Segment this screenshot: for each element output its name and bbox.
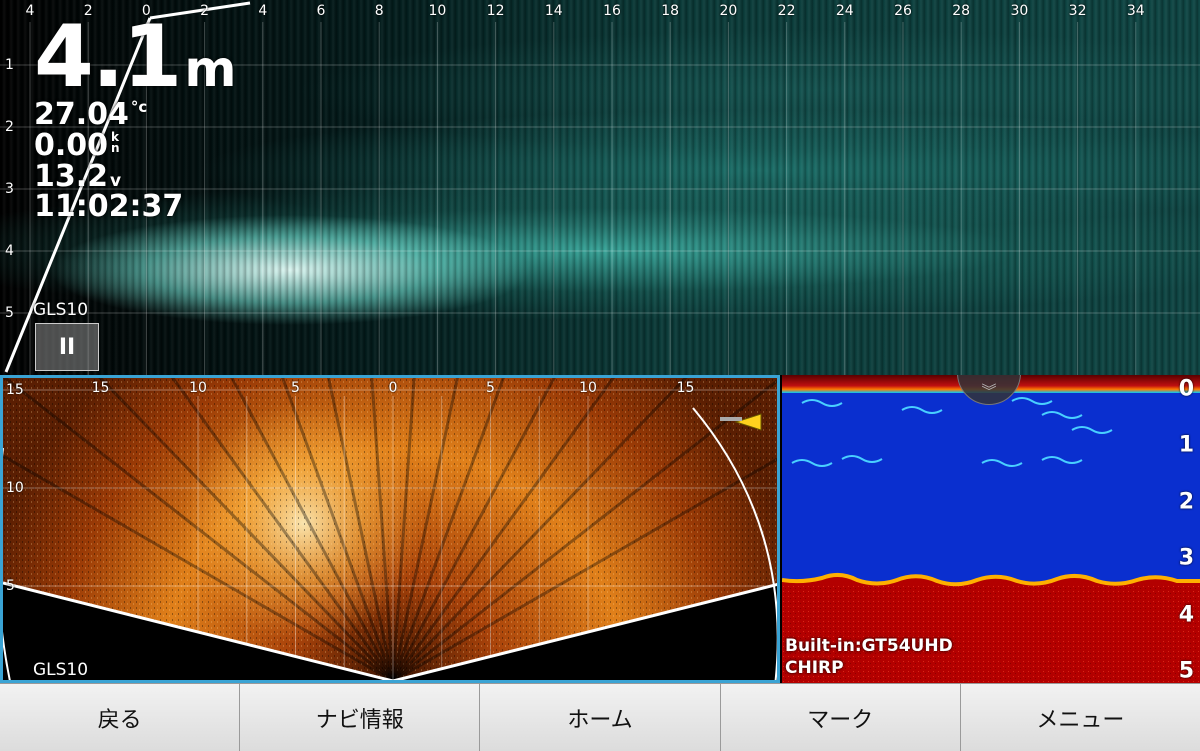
- fan-x-tick: 5: [291, 380, 300, 396]
- speed-readout: 0.00 k n: [34, 131, 120, 161]
- sonar-fan-panel[interactable]: 15 10 5 0 5 10 15 15 10 5 GLS10: [0, 375, 780, 683]
- depth-value: 4.1: [34, 7, 182, 107]
- top-x-tick: 34: [1126, 3, 1145, 19]
- speed-unit-bottom: n: [111, 141, 120, 155]
- fan-y-tick: 5: [6, 578, 15, 594]
- chevron-double-down-icon: ︾: [981, 382, 997, 400]
- top-source-label: GLS10: [33, 300, 89, 320]
- chirp-mode-label: CHIRP: [785, 658, 844, 678]
- speed-value: 0.00: [34, 128, 109, 163]
- top-x-tick: 18: [661, 3, 680, 19]
- voltage-readout: 13.2 v: [34, 162, 121, 192]
- fan-y-tick: 10: [6, 480, 24, 496]
- echo-depth-tick: 2: [1178, 489, 1194, 515]
- fan-source-label: GLS10: [33, 660, 89, 680]
- forward-sonar-panel[interactable]: 4 2 0 2 4 6 8 10 12 14 16 18 20 22 24 26 28 30 32 34 12345 …: [0, 0, 1200, 375]
- water-temp-readout: 27.04 °c: [34, 100, 147, 130]
- fan-y-tick: 15: [6, 382, 24, 398]
- top-x-tick: 16: [603, 3, 621, 19]
- echogram-panel[interactable]: 0 1 2 3 4 5 Built-in:GT54UHD CHIRP ︾: [782, 375, 1200, 683]
- top-x-tick: 30: [1010, 3, 1029, 19]
- top-y-tick: 5: [5, 305, 14, 321]
- fan-x-tick: 15: [676, 380, 695, 396]
- top-y-tick: 1: [5, 57, 14, 73]
- fan-view: [3, 378, 777, 680]
- top-x-tick: 6: [316, 3, 326, 19]
- pause-icon: II: [58, 334, 76, 360]
- top-x-tick: 26: [894, 3, 912, 19]
- echo-depth-tick: 0: [1178, 376, 1194, 402]
- fan-x-tick: 5: [486, 380, 495, 396]
- echo-depth-tick: 4: [1178, 602, 1194, 628]
- bottom-nav-bar: 戻る ナビ情報 ホーム マーク メニュー: [0, 683, 1200, 751]
- top-x-tick: 28: [952, 3, 971, 19]
- mark-button[interactable]: マーク: [721, 684, 961, 751]
- top-x-tick: 8: [374, 3, 384, 19]
- top-x-tick: 10: [428, 3, 447, 19]
- echo-depth-tick: 5: [1178, 658, 1194, 684]
- fish-arches: [791, 397, 1113, 467]
- menu-button[interactable]: メニュー: [961, 684, 1200, 751]
- pause-button[interactable]: II: [35, 323, 99, 371]
- clock-readout: 11:02:37: [34, 189, 184, 224]
- fan-x-tick: 10: [189, 380, 207, 396]
- top-y-tick: 3: [5, 181, 14, 197]
- echo-depth-tick: 1: [1178, 432, 1194, 458]
- top-x-tick: 32: [1068, 3, 1087, 19]
- top-y-tick: 2: [5, 119, 14, 135]
- top-x-tick: 22: [777, 3, 796, 19]
- navi-info-button[interactable]: ナビ情報: [240, 684, 481, 751]
- top-x-tick: 14: [544, 3, 563, 19]
- back-button[interactable]: 戻る: [0, 684, 241, 751]
- top-y-tick: 4: [5, 243, 14, 259]
- top-x-tick: 24: [835, 3, 854, 19]
- fan-x-tick: 0: [388, 380, 398, 396]
- home-button[interactable]: ホーム: [480, 684, 721, 751]
- voltage-unit: v: [110, 171, 122, 191]
- echo-depth-tick: 3: [1178, 545, 1194, 571]
- top-x-tick: 20: [719, 3, 738, 19]
- top-x-tick: 4: [258, 3, 268, 19]
- fan-x-tick: 15: [91, 380, 110, 396]
- water-temp-unit: °c: [130, 98, 148, 116]
- water-temp-value: 27.04: [34, 97, 129, 132]
- top-x-tick: 12: [486, 3, 505, 19]
- fan-x-tick: 10: [579, 380, 597, 396]
- transducer-label: Built-in:GT54UHD: [785, 636, 953, 656]
- depth-readout: 4.1m: [34, 14, 236, 100]
- depth-unit: m: [184, 40, 237, 98]
